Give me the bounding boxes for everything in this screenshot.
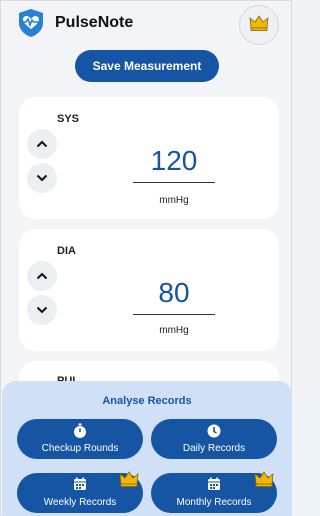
- sys-value-underline: [133, 182, 215, 183]
- dia-value-underline: [133, 314, 215, 315]
- premium-crown-icon: [119, 471, 139, 492]
- app-title: PulseNote: [55, 14, 134, 31]
- app-screen: PulseNote Save Measurement SYS 120 mmHg …: [0, 0, 292, 516]
- premium-crown-icon: [254, 471, 274, 492]
- sys-value[interactable]: 120: [131, 145, 217, 177]
- chevron-down-icon: [36, 301, 48, 319]
- dia-value[interactable]: 80: [131, 277, 217, 309]
- sys-increase-button[interactable]: [27, 129, 57, 159]
- crown-icon: [249, 14, 269, 36]
- save-measurement-button[interactable]: Save Measurement: [75, 50, 219, 82]
- chevron-up-icon: [36, 135, 48, 153]
- stopwatch-icon: [17, 423, 143, 439]
- premium-button[interactable]: [239, 5, 279, 45]
- checkup-rounds-button[interactable]: Checkup Rounds: [17, 419, 143, 459]
- analyse-records-title: Analyse Records: [102, 395, 192, 407]
- sys-unit: mmHg: [159, 195, 189, 206]
- chevron-down-icon: [36, 169, 48, 187]
- app-header: PulseNote: [1, 1, 293, 47]
- heart-shield-icon: [15, 7, 47, 39]
- sys-decrease-button[interactable]: [27, 163, 57, 193]
- sys-card: SYS 120 mmHg: [19, 97, 279, 219]
- checkup-rounds-label: Checkup Rounds: [41, 443, 119, 454]
- daily-records-label: Daily Records: [182, 443, 246, 454]
- monthly-records-label: Monthly Records: [176, 497, 252, 508]
- daily-records-button[interactable]: Daily Records: [151, 419, 277, 459]
- clock-icon: [151, 423, 277, 439]
- chevron-up-icon: [36, 267, 48, 285]
- dia-decrease-button[interactable]: [27, 295, 57, 325]
- dia-increase-button[interactable]: [27, 261, 57, 291]
- dia-unit: mmHg: [159, 325, 189, 336]
- dia-card: DIA 80 mmHg: [19, 229, 279, 351]
- weekly-records-label: Weekly Records: [43, 497, 117, 508]
- sys-label: SYS: [57, 113, 80, 125]
- dia-label: DIA: [57, 245, 76, 257]
